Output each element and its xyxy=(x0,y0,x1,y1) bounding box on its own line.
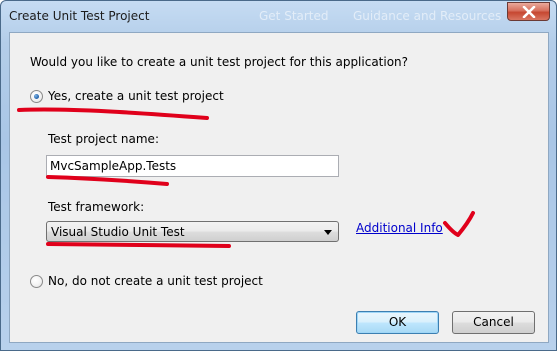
framework-dropdown[interactable]: Visual Studio Unit Test xyxy=(46,221,339,242)
dialog-window: Create Unit Test Project Get Started Gui… xyxy=(0,0,557,351)
project-name-label: Test project name: xyxy=(48,132,159,146)
ok-button[interactable]: OK xyxy=(356,311,439,334)
radio-no-label[interactable]: No, do not create a unit test project xyxy=(48,274,263,288)
close-icon xyxy=(522,6,536,18)
dialog-body: Would you like to create a unit test pro… xyxy=(9,32,549,343)
framework-selected-value: Visual Studio Unit Test xyxy=(51,225,185,239)
radio-yes[interactable] xyxy=(30,90,43,103)
window-title: Create Unit Test Project xyxy=(9,9,150,23)
additional-info-link[interactable]: Additional Info xyxy=(356,221,443,235)
radio-yes-label[interactable]: Yes, create a unit test project xyxy=(48,89,224,103)
background-tab-get-started: Get Started xyxy=(259,9,329,23)
framework-label: Test framework: xyxy=(48,200,145,214)
radio-no[interactable] xyxy=(30,275,43,288)
title-bar[interactable]: Create Unit Test Project Get Started Gui… xyxy=(1,1,556,32)
dropdown-arrow-icon xyxy=(324,230,332,235)
radio-selected-dot xyxy=(34,94,39,99)
project-name-input[interactable] xyxy=(46,155,339,177)
background-tab-guidance: Guidance and Resources xyxy=(353,9,502,23)
cancel-button[interactable]: Cancel xyxy=(452,311,535,334)
question-text: Would you like to create a unit test pro… xyxy=(30,55,409,69)
close-button[interactable] xyxy=(507,2,550,21)
